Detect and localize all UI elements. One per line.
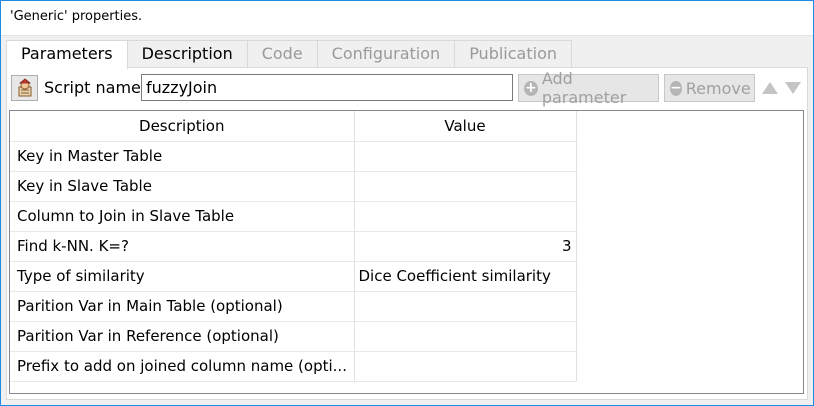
row-value[interactable] <box>354 201 577 232</box>
row-description: Key in Master Table <box>10 141 355 172</box>
row-value[interactable] <box>354 291 577 322</box>
plus-icon: + <box>524 79 538 96</box>
tab-configuration[interactable]: Configuration <box>316 40 456 68</box>
row-value[interactable]: 3 <box>354 231 577 262</box>
add-parameter-label: Add parameter <box>541 69 627 107</box>
remove-label: Remove <box>685 78 751 98</box>
table-row[interactable]: Find k-NN. K=? 3 <box>10 231 577 262</box>
table-row[interactable]: Key in Master Table <box>10 141 577 172</box>
tab-code[interactable]: Code <box>246 40 318 68</box>
move-down-button[interactable] <box>783 77 803 99</box>
window-title: 'Generic' properties. <box>10 9 143 24</box>
column-header-description[interactable]: Description <box>10 111 355 142</box>
arrow-up-icon <box>762 82 778 94</box>
row-description: Column to Join in Slave Table <box>10 201 355 232</box>
parameters-table: Description Value Key in Master Table Ke… <box>10 111 577 382</box>
row-description: Type of similarity <box>10 261 355 292</box>
minus-icon: − <box>670 79 682 96</box>
row-description: Parition Var in Reference (optional) <box>10 321 355 352</box>
table-row[interactable]: Prefix to add on joined column name (opt… <box>10 351 577 382</box>
row-description: Prefix to add on joined column name (opt… <box>10 351 355 382</box>
tab-bar: Parameters Description Code Configuratio… <box>6 40 572 69</box>
row-value[interactable] <box>354 351 577 382</box>
row-value[interactable]: Dice Coefficient similarity <box>354 261 577 292</box>
add-parameter-button[interactable]: + Add parameter <box>518 69 659 107</box>
table-row[interactable]: Key in Slave Table <box>10 171 577 202</box>
remove-button[interactable]: − Remove <box>664 74 755 102</box>
row-value[interactable] <box>354 171 577 202</box>
table-row[interactable]: Parition Var in Main Table (optional) <box>10 291 577 322</box>
table-row[interactable]: Column to Join in Slave Table <box>10 201 577 232</box>
row-value[interactable] <box>354 141 577 172</box>
row-description: Find k-NN. K=? <box>10 231 355 262</box>
script-name-input[interactable] <box>141 74 513 101</box>
table-row[interactable]: Parition Var in Reference (optional) <box>10 321 577 352</box>
row-description: Parition Var in Main Table (optional) <box>10 291 355 322</box>
table-header-row: Description Value <box>10 111 577 142</box>
script-icon-button[interactable] <box>11 75 38 101</box>
row-value[interactable] <box>354 321 577 352</box>
arrow-down-icon <box>785 82 801 94</box>
table-row[interactable]: Type of similarity Dice Coefficient simi… <box>10 261 577 292</box>
move-up-button[interactable] <box>760 77 780 99</box>
script-name-label: Script name: <box>44 78 147 97</box>
tab-publication[interactable]: Publication <box>454 40 572 68</box>
parameters-table-container: Description Value Key in Master Table Ke… <box>9 110 804 394</box>
tab-parameters[interactable]: Parameters <box>6 40 128 69</box>
script-person-icon <box>18 78 31 97</box>
tab-description[interactable]: Description <box>126 40 248 68</box>
row-description: Key in Slave Table <box>10 171 355 202</box>
column-header-value[interactable]: Value <box>354 111 577 142</box>
